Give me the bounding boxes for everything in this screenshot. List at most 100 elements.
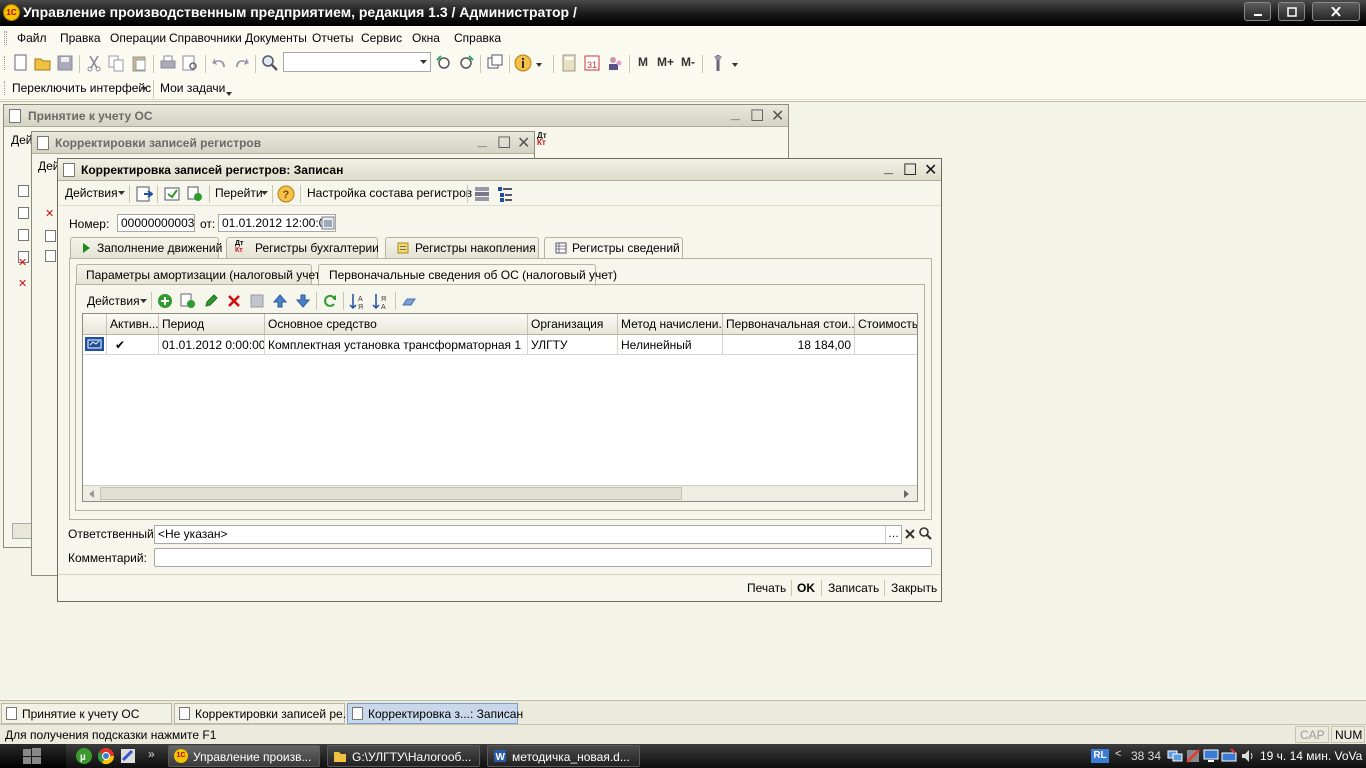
comment-field[interactable] <box>154 548 932 567</box>
tools-dropdown-icon[interactable] <box>731 60 739 68</box>
menu-windows[interactable]: Окна <box>412 31 440 45</box>
users-icon[interactable] <box>606 54 624 72</box>
my-tasks-dropdown-icon[interactable] <box>225 89 233 97</box>
menu-file[interactable]: Файл <box>17 31 47 45</box>
registers-setup-button[interactable]: Настройка состава регистров <box>307 186 472 200</box>
post-icon[interactable] <box>163 185 181 203</box>
memory-minus-button[interactable]: M- <box>681 55 695 69</box>
close-app-button[interactable] <box>1312 2 1360 21</box>
responsible-select-button[interactable]: … <box>885 526 901 543</box>
window-maximize-button[interactable]: ☐ <box>750 106 764 126</box>
scroll-left-icon[interactable] <box>87 489 95 499</box>
tools-icon[interactable] <box>709 54 727 72</box>
scroll-right-icon[interactable] <box>903 489 911 499</box>
window-maximize-button[interactable]: ☐ <box>497 133 511 153</box>
structure-icon[interactable] <box>473 185 491 203</box>
delete-row-icon[interactable] <box>226 293 242 309</box>
window-close-button[interactable]: ✕ <box>517 133 530 153</box>
info-dropdown-icon[interactable] <box>535 60 543 68</box>
window-register-correction[interactable]: Корректировка записей регистров: Записан… <box>57 158 942 602</box>
goto-menu[interactable]: Перейти <box>215 186 263 200</box>
find-prev-icon[interactable] <box>457 54 475 72</box>
column-header-period[interactable]: Период <box>159 314 265 334</box>
copy-row-icon[interactable] <box>180 293 196 309</box>
window-maximize-button[interactable]: ☐ <box>903 160 917 180</box>
window-close-button[interactable]: ✕ <box>771 106 784 126</box>
save-icon[interactable] <box>56 54 74 72</box>
window-tab-corrections-list[interactable]: Корректировки записей ре... <box>174 703 353 724</box>
switch-interface-button[interactable]: Переключить интерфейс <box>12 81 151 95</box>
safely-remove-icon[interactable] <box>1221 748 1237 764</box>
responsible-open-icon[interactable] <box>919 527 932 540</box>
window-minimize-button[interactable]: _ <box>884 159 893 177</box>
chrome-icon[interactable] <box>97 747 115 765</box>
cell-cost[interactable] <box>855 335 917 354</box>
undo-icon[interactable] <box>211 54 229 72</box>
copy-icon[interactable] <box>107 54 125 72</box>
tab-fill-movements[interactable]: Заполнение движений <box>70 237 222 258</box>
cell-organization[interactable]: УЛГТУ <box>528 335 618 354</box>
move-up-icon[interactable] <box>272 293 288 309</box>
add-row-icon[interactable] <box>157 293 173 309</box>
copy-document-icon[interactable] <box>186 185 204 203</box>
minimize-button[interactable] <box>1244 2 1271 21</box>
responsible-field[interactable]: <Не указан> <box>154 525 902 544</box>
start-button[interactable] <box>0 744 66 768</box>
cell-fixed-asset[interactable]: Комплектная установка трансформаторная 1 <box>265 335 528 354</box>
network-icon[interactable] <box>1167 748 1183 764</box>
cut-icon[interactable] <box>85 54 103 72</box>
redo-icon[interactable] <box>232 54 250 72</box>
grid-actions-dropdown-icon[interactable] <box>140 299 147 304</box>
utorrent-icon[interactable]: µ <box>75 747 93 765</box>
table-row[interactable]: ✔ 01.01.2012 0:00:00 Комплектная установ… <box>83 335 917 355</box>
column-header-organization[interactable]: Организация <box>528 314 618 334</box>
menu-documents[interactable]: Документы <box>245 31 307 45</box>
paint-icon[interactable] <box>119 747 137 765</box>
menu-operations[interactable]: Операции <box>110 31 166 45</box>
menu-help[interactable]: Справка <box>454 31 501 45</box>
search-dropdown-icon[interactable] <box>417 54 430 70</box>
taskbar-item-folder[interactable]: G:\УЛГТУ\Налогооб... <box>327 745 480 767</box>
edit-row-icon[interactable] <box>203 293 219 309</box>
column-header-initial-cost[interactable]: Первоначальная стои... <box>723 314 855 334</box>
window-close-button[interactable]: ✕ <box>924 160 937 180</box>
new-document-icon[interactable] <box>12 54 30 72</box>
clock[interactable]: 19 ч. 14 мин. VoVa <box>1260 749 1362 763</box>
windows-icon[interactable] <box>486 54 504 72</box>
taskbar-item-word[interactable]: W методичка_новая.d... <box>487 745 640 767</box>
date-field[interactable]: 01.01.2012 12:00:02 <box>218 214 336 232</box>
print-preview-icon[interactable] <box>181 54 199 72</box>
save-button[interactable]: Записать <box>828 581 879 595</box>
taskbar-item-1c[interactable]: 1С Управление произв... <box>168 745 320 767</box>
cell-period[interactable]: 01.01.2012 0:00:00 <box>159 335 265 354</box>
responsible-clear-icon[interactable] <box>904 528 916 540</box>
switch-interface-dropdown-icon[interactable] <box>140 86 148 92</box>
window-minimize-button[interactable]: _ <box>731 105 740 123</box>
print-button[interactable]: Печать <box>747 581 786 595</box>
subtab-initial-os-info[interactable]: Первоначальные сведения об ОС (налоговый… <box>318 264 617 286</box>
sort-desc-icon[interactable]: ЯA <box>372 292 390 310</box>
display-icon[interactable] <box>1203 748 1219 764</box>
subtab-depreciation-params[interactable]: Параметры амортизации (налоговый учет) <box>76 264 324 285</box>
grid-actions-menu[interactable]: Действия <box>87 294 140 308</box>
window-minimize-button[interactable]: _ <box>478 132 487 150</box>
search-input[interactable] <box>283 52 431 72</box>
column-header-fixed-asset[interactable]: Основное средство <box>265 314 528 334</box>
find-icon[interactable] <box>261 54 279 72</box>
tab-info-registers[interactable]: Регистры сведений <box>544 237 683 259</box>
cell-initial-cost[interactable]: 18 184,00 <box>723 335 855 354</box>
column-header-method[interactable]: Метод начислени... <box>618 314 723 334</box>
calendar-icon[interactable]: 31 <box>583 54 601 72</box>
print-icon[interactable] <box>159 54 177 72</box>
window-tab-correction-active[interactable]: Корректировка з...: Записан <box>347 703 523 724</box>
column-header-active[interactable]: Активн... <box>107 314 159 334</box>
move-down-icon[interactable] <box>295 293 311 309</box>
actions-menu[interactable]: Действия <box>65 186 118 200</box>
find-next-icon[interactable] <box>435 54 453 72</box>
menu-edit[interactable]: Правка <box>60 31 101 45</box>
my-tasks-button[interactable]: Мои задачи <box>160 81 225 95</box>
tab-accounting-registers[interactable]: Дт Кт Регистры бухгалтерии <box>226 237 379 258</box>
window-tab-accept-os[interactable]: Принятие к учету ОС <box>1 703 172 724</box>
menu-reports[interactable]: Отчеты <box>312 31 353 45</box>
horizontal-scrollbar[interactable] <box>83 485 917 501</box>
